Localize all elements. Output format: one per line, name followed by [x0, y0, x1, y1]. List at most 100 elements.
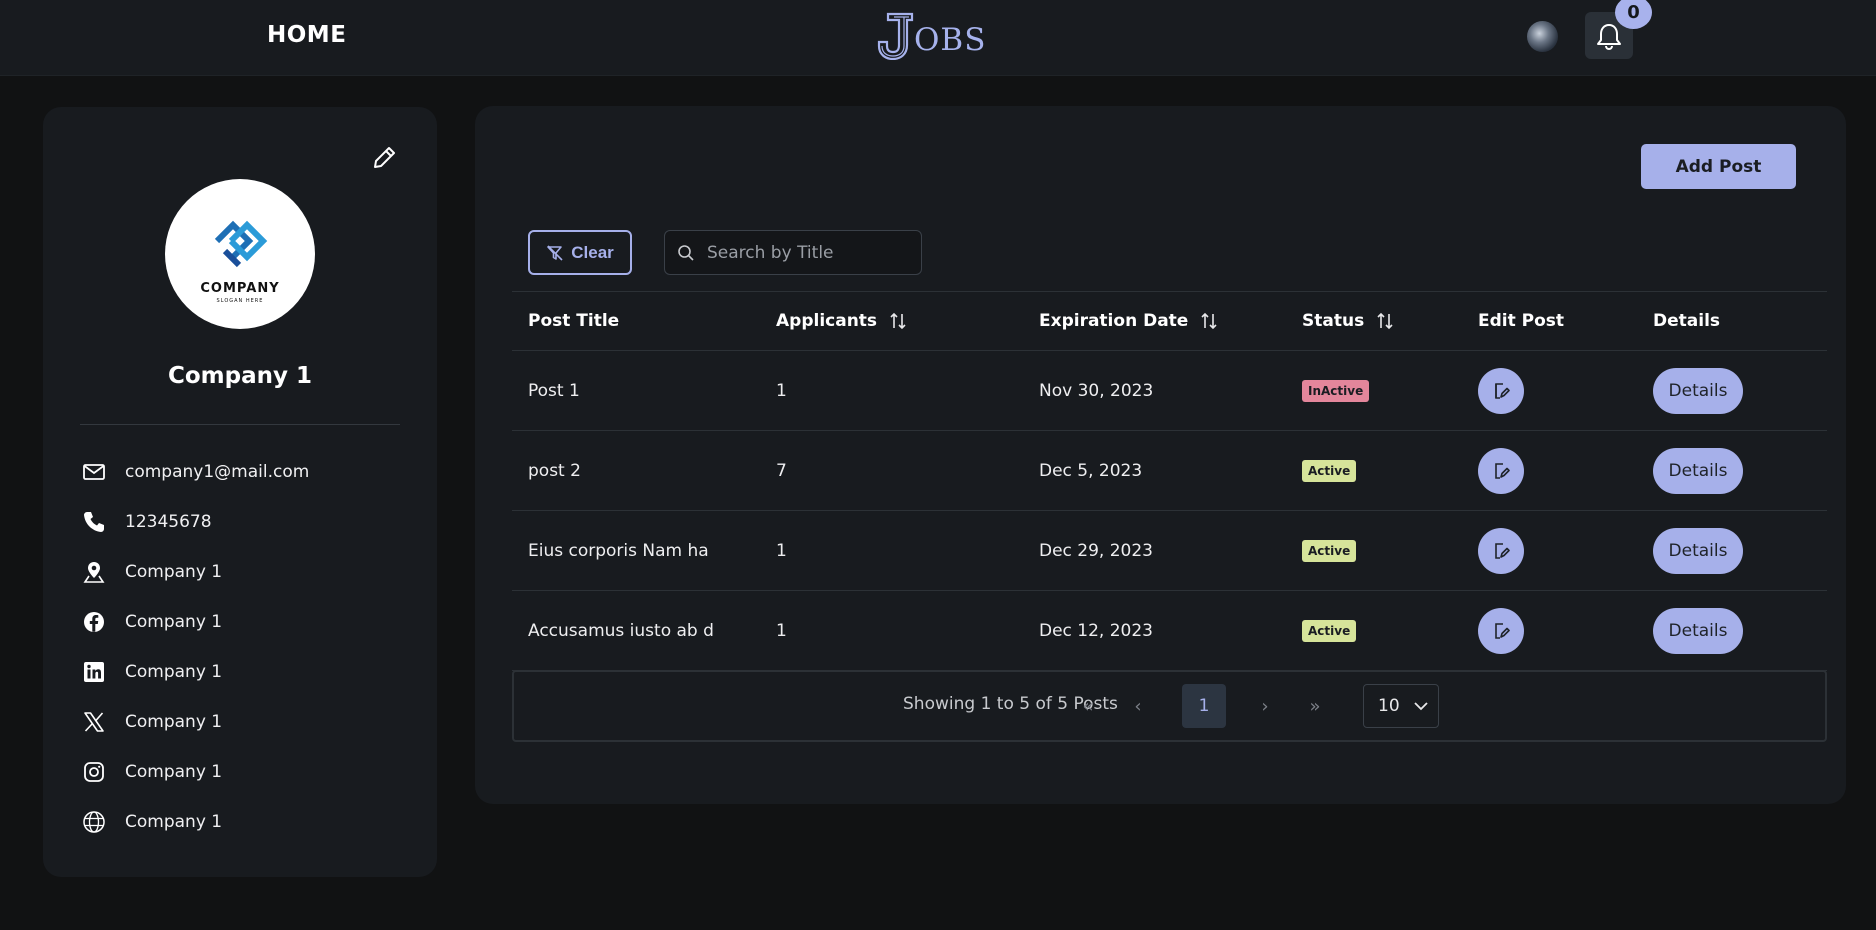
edit-cell [1478, 527, 1653, 574]
column-header-applicants[interactable]: Applicants [776, 311, 1039, 331]
details-cell: Details [1653, 367, 1803, 414]
contact-facebook-text: Company 1 [125, 612, 223, 632]
edit-cell [1478, 367, 1653, 414]
user-avatar[interactable] [1527, 21, 1558, 52]
filter-clear-icon [547, 244, 563, 261]
table-row: post 2 7 Dec 5, 2023 Active Details [512, 431, 1827, 511]
edit-post-button[interactable] [1478, 367, 1524, 414]
details-cell: Details [1653, 447, 1803, 494]
contact-linkedin[interactable]: Company 1 [80, 647, 400, 697]
edit-post-button[interactable] [1478, 447, 1524, 494]
top-navbar: HOME OBS 0 [0, 0, 1876, 76]
edit-document-icon [1495, 622, 1510, 639]
add-post-button[interactable]: Add Post [1641, 144, 1796, 189]
clear-filter-button[interactable]: Clear [528, 230, 632, 275]
applicants-cell: 1 [776, 380, 787, 401]
details-cell: Details [1653, 527, 1803, 574]
logo-j-mark [876, 12, 914, 61]
home-link[interactable]: HOME [267, 22, 346, 48]
contact-phone-text: 12345678 [125, 512, 212, 532]
expiration-cell: Nov 30, 2023 [1039, 380, 1154, 401]
expiration-cell: Dec 12, 2023 [1039, 620, 1154, 641]
applicants-cell: 7 [776, 460, 787, 481]
posts-table: Post Title Applicants Expiration Date St… [512, 291, 1827, 671]
details-button[interactable]: Details [1653, 447, 1743, 494]
search-input[interactable] [707, 242, 907, 263]
bell-icon [1597, 23, 1621, 50]
column-header-expiration-date[interactable]: Expiration Date [1039, 311, 1302, 331]
clear-label: Clear [571, 242, 614, 262]
jobs-logo[interactable]: OBS [876, 10, 985, 61]
status-cell: Active [1302, 539, 1478, 562]
applicants-cell: 1 [776, 540, 787, 561]
contact-linkedin-text: Company 1 [125, 662, 223, 682]
rows-per-page-select[interactable]: 10 [1363, 684, 1439, 728]
chevron-down-icon [1414, 702, 1428, 711]
edit-cell [1478, 607, 1653, 654]
post-title-cell: Eius corporis Nam ha [528, 540, 709, 561]
logo-slogan: SLOGAN HERE [217, 298, 264, 304]
company-logo: COMPANY SLOGAN HERE [165, 179, 315, 329]
column-header-status[interactable]: Status [1302, 311, 1478, 331]
details-button[interactable]: Details [1653, 607, 1743, 654]
table-row: Accusamus iusto ab d 1 Dec 12, 2023 Acti… [512, 591, 1827, 671]
details-button[interactable]: Details [1653, 367, 1743, 414]
prev-page-button[interactable]: ‹ [1116, 684, 1160, 728]
status-cell: Active [1302, 459, 1478, 482]
edit-profile-button[interactable] [369, 143, 399, 173]
first-page-button[interactable]: « [1066, 684, 1110, 728]
divider [80, 424, 400, 425]
company-profile-card: COMPANY SLOGAN HERE Company 1 company1@m… [43, 107, 437, 877]
contact-email-text: company1@mail.com [125, 462, 310, 482]
instagram-icon [80, 758, 108, 786]
edit-document-icon [1495, 542, 1510, 559]
table-row: Eius corporis Nam ha 1 Dec 29, 2023 Acti… [512, 511, 1827, 591]
status-cell: InActive [1302, 379, 1478, 402]
logo-company-word: COMPANY [200, 281, 279, 296]
sort-icon [1201, 312, 1217, 330]
contact-instagram-text: Company 1 [125, 762, 223, 782]
search-box [664, 230, 922, 275]
edit-post-button[interactable] [1478, 607, 1524, 654]
last-page-button[interactable]: » [1293, 684, 1337, 728]
edit-cell [1478, 447, 1653, 494]
post-title-cell: Post 1 [528, 380, 580, 401]
search-icon [678, 244, 694, 261]
notification-count-badge: 0 [1615, 0, 1652, 29]
posts-panel: Add Post Clear Post Title Applicants Exp… [475, 106, 1846, 804]
company-name: Company 1 [167, 363, 312, 389]
table-header: Post Title Applicants Expiration Date St… [512, 291, 1827, 351]
map-pin-icon [80, 558, 108, 586]
sort-icon [1377, 312, 1393, 330]
edit-post-button[interactable] [1478, 527, 1524, 574]
post-title-cell: Accusamus iusto ab d [528, 620, 714, 641]
contact-facebook[interactable]: Company 1 [80, 597, 400, 647]
contact-instagram[interactable]: Company 1 [80, 747, 400, 797]
globe-icon [80, 808, 108, 836]
contact-website[interactable]: Company 1 [80, 797, 400, 847]
applicants-cell: 1 [776, 620, 787, 641]
contact-address-text: Company 1 [125, 562, 223, 582]
contact-x[interactable]: Company 1 [80, 697, 400, 747]
contact-list: company1@mail.com 12345678 Company 1 Com… [80, 447, 400, 847]
column-header-edit-post: Edit Post [1478, 311, 1565, 331]
linkedin-icon [80, 658, 108, 686]
sort-icon [890, 312, 906, 330]
status-badge: InActive [1302, 379, 1370, 402]
next-page-button[interactable]: › [1243, 684, 1287, 728]
paginator: Showing 1 to 5 of 5 Posts « ‹ 1 › » 10 [512, 670, 1827, 742]
pencil-icon [374, 147, 395, 168]
contact-website-text: Company 1 [125, 812, 223, 832]
logo-text: OBS [914, 22, 987, 58]
table-row: Post 1 1 Nov 30, 2023 InActive Details [512, 351, 1827, 431]
column-header-post-title: Post Title [528, 311, 620, 331]
phone-icon [80, 508, 108, 536]
rows-per-page-value: 10 [1378, 696, 1400, 716]
post-title-cell: post 2 [528, 460, 581, 481]
status-badge: Active [1302, 459, 1357, 482]
edit-document-icon [1495, 382, 1510, 399]
expiration-cell: Dec 29, 2023 [1039, 540, 1154, 561]
details-button[interactable]: Details [1653, 527, 1743, 574]
column-header-details: Details [1653, 311, 1721, 331]
page-1-button[interactable]: 1 [1182, 684, 1226, 728]
